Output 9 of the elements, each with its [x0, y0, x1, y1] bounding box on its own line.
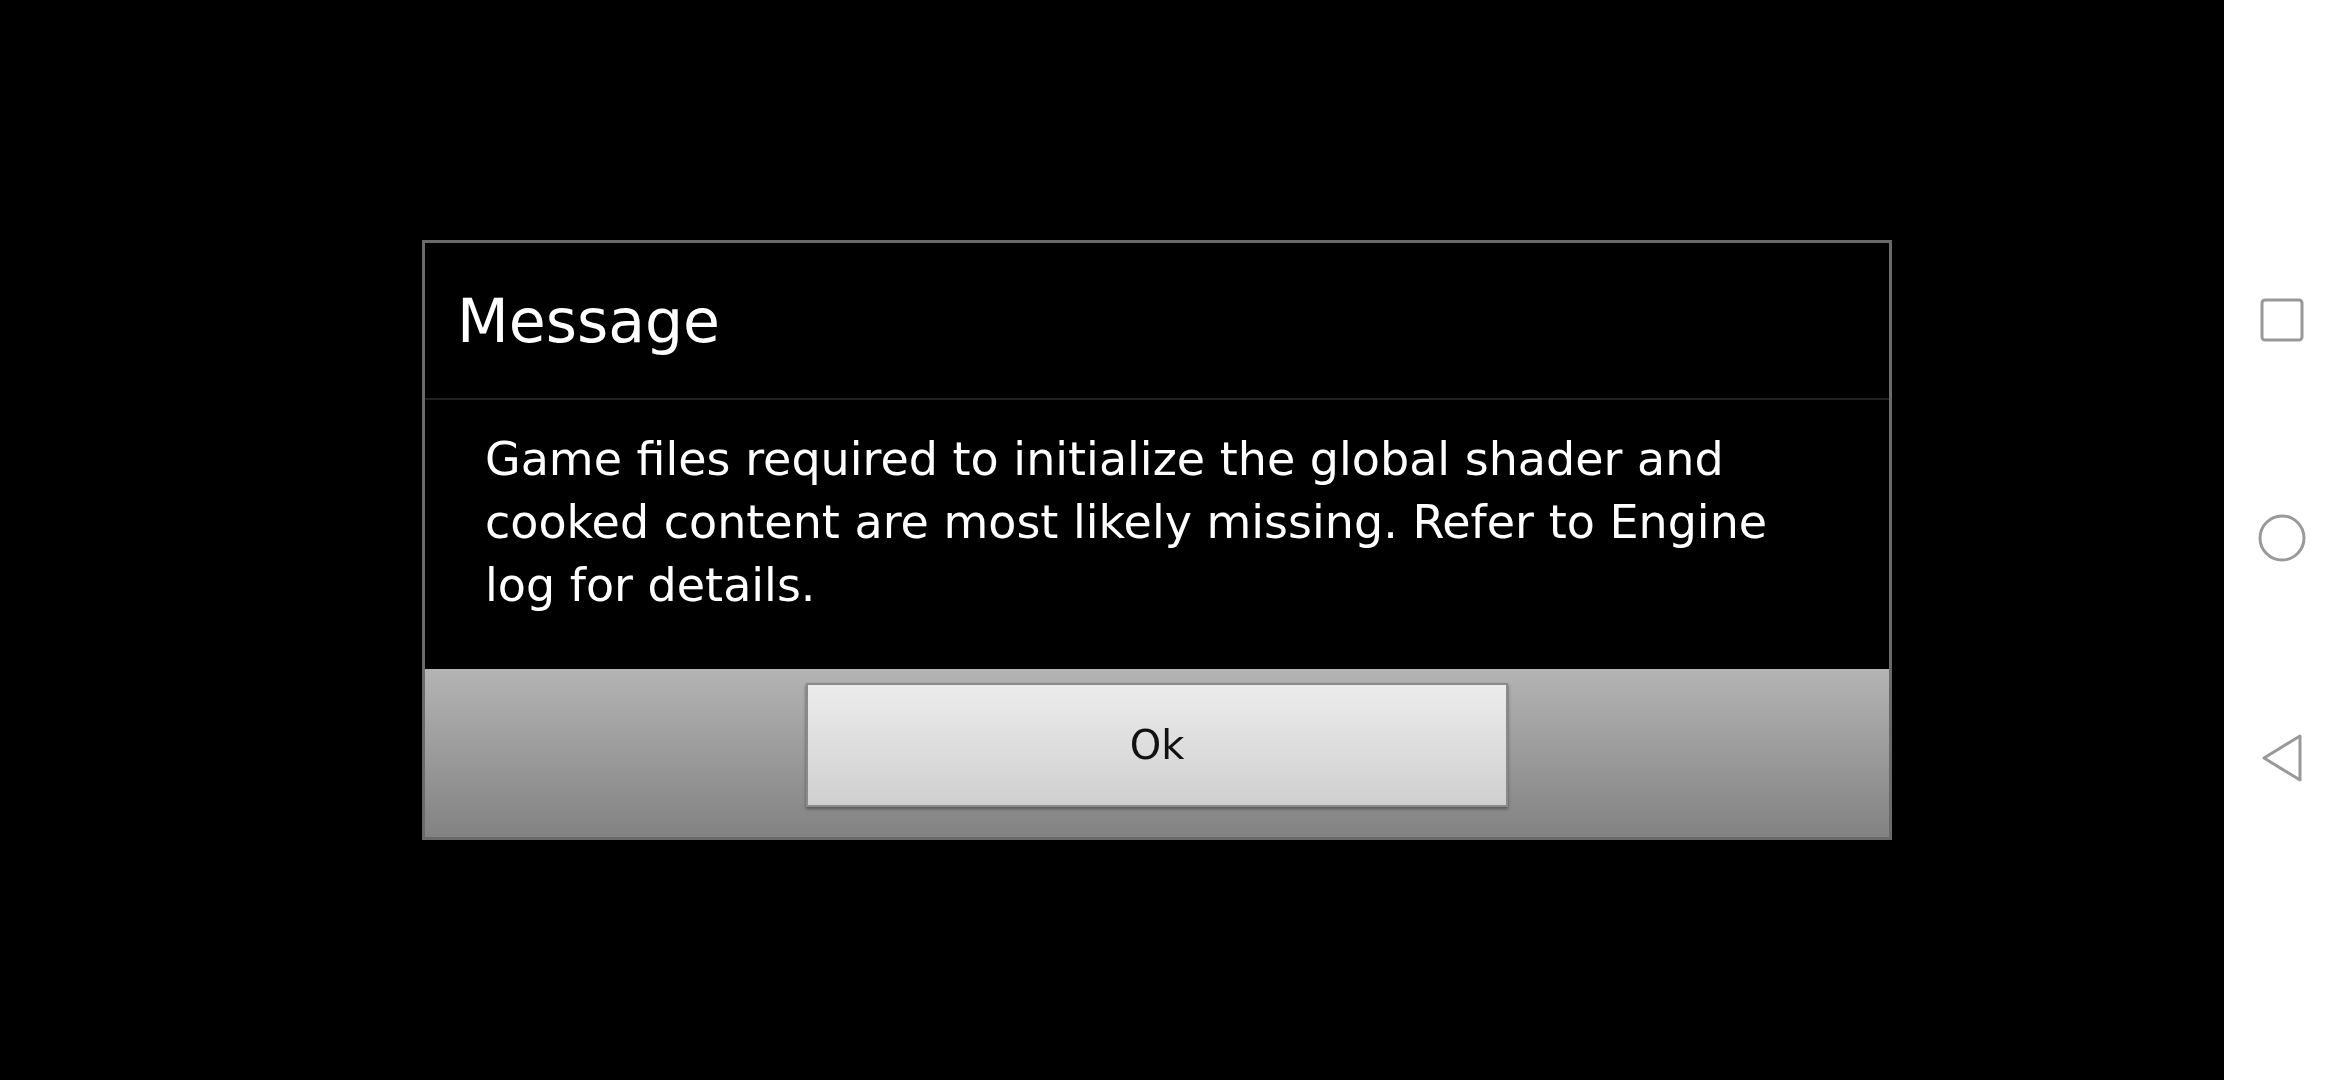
nav-button[interactable]: [2257, 513, 2307, 563]
nav-button[interactable]: [2260, 733, 2304, 783]
dialog-message: Game files required to initialize the global shader and cooked content are most likely missing. Refer to Engine log for details.: [485, 431, 1769, 614]
square-icon: [2259, 297, 2305, 343]
nav-button[interactable]: [2259, 297, 2305, 343]
ok-button[interactable]: Ok: [806, 683, 1508, 807]
back-icon: [2260, 733, 2304, 783]
circle-icon: [2257, 513, 2307, 563]
dialog-title: Message: [457, 285, 720, 356]
